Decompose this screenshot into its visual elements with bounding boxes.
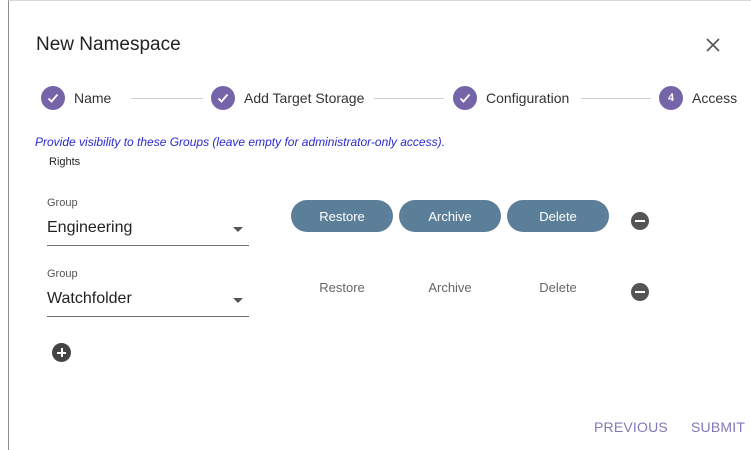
group-select[interactable]: Group Watchfolder (47, 268, 249, 317)
submit-button[interactable]: SUBMIT (691, 419, 745, 435)
group-select[interactable]: Group Engineering (47, 197, 249, 246)
visibility-hint: Provide visibility to these Groups (leav… (35, 135, 445, 149)
add-group-icon[interactable] (52, 343, 71, 362)
archive-right-button[interactable]: Archive (399, 200, 501, 232)
remove-row-icon[interactable] (631, 212, 649, 230)
group-field-label: Group (47, 268, 78, 280)
step-add-target-storage[interactable]: Add Target Storage (211, 86, 364, 110)
step-connector (581, 98, 651, 99)
group-row: Group Engineering Restore Archive Delete (9, 197, 751, 257)
step-connector (374, 98, 444, 99)
delete-right-button[interactable]: Delete (507, 271, 609, 303)
remove-row-icon[interactable] (631, 283, 649, 301)
archive-right-button[interactable]: Archive (399, 271, 501, 303)
dropdown-caret-icon (233, 298, 243, 303)
dropdown-caret-icon (233, 227, 243, 232)
close-icon[interactable] (702, 34, 724, 56)
step-label: Configuration (486, 90, 570, 106)
step-label: Name (74, 90, 112, 106)
delete-right-button[interactable]: Delete (507, 200, 609, 232)
new-namespace-dialog: New Namespace Name Add Target Storage Co… (8, 0, 751, 450)
group-field-value: Watchfolder (47, 290, 132, 307)
restore-right-button[interactable]: Restore (291, 200, 393, 232)
step-name[interactable]: Name (41, 86, 111, 110)
step-label: Add Target Storage (244, 90, 365, 106)
step-label: Access (692, 90, 738, 106)
stepper: Name Add Target Storage Configuration 4 … (41, 86, 741, 112)
restore-right-button[interactable]: Restore (291, 271, 393, 303)
step-connector (131, 98, 203, 99)
check-icon (41, 86, 65, 110)
previous-button[interactable]: PREVIOUS (594, 419, 668, 435)
step-configuration[interactable]: Configuration (453, 86, 569, 110)
group-row: Group Watchfolder Restore Archive Delete (9, 268, 751, 328)
rights-header: Rights (49, 156, 81, 168)
step-number: 4 (659, 86, 683, 110)
group-field-label: Group (47, 197, 78, 209)
dialog-title: New Namespace (36, 34, 181, 55)
step-access[interactable]: 4 Access (659, 86, 737, 110)
check-icon (453, 86, 477, 110)
group-field-value: Engineering (47, 219, 133, 236)
check-icon (211, 86, 235, 110)
